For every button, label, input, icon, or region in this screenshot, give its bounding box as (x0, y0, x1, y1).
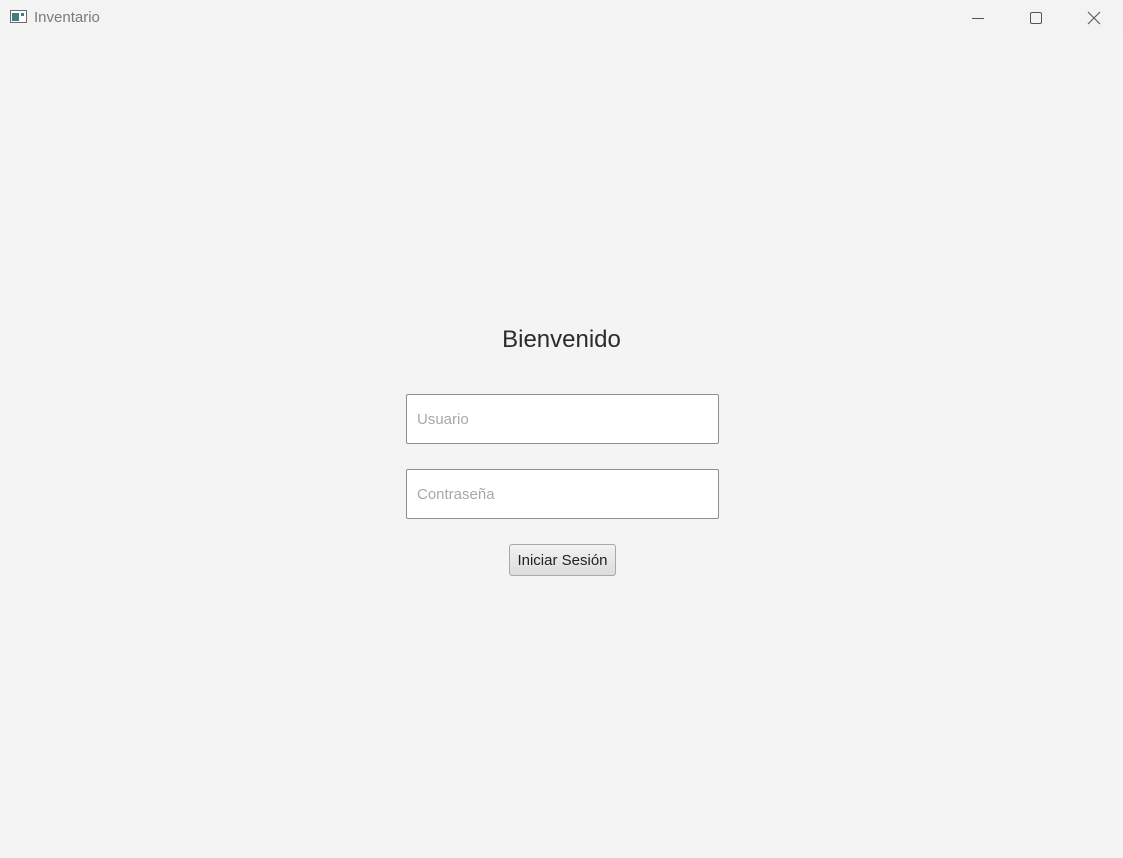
minimize-button[interactable] (949, 0, 1007, 35)
login-button[interactable]: Iniciar Sesión (509, 544, 616, 576)
maximize-icon (1030, 11, 1042, 24)
app-window: Inventario Bienvenido Iniciar Sesión (0, 0, 1123, 858)
app-window-icon (10, 10, 27, 23)
close-icon (1087, 11, 1101, 24)
title-bar[interactable]: Inventario (0, 0, 1123, 35)
close-button[interactable] (1065, 0, 1123, 35)
maximize-button[interactable] (1007, 0, 1065, 35)
username-input[interactable] (406, 394, 719, 444)
login-panel: Bienvenido Iniciar Sesión (0, 35, 1123, 858)
window-title: Inventario (34, 9, 100, 26)
welcome-heading: Bienvenido (502, 326, 621, 353)
minimize-icon (972, 17, 984, 19)
password-input[interactable] (406, 469, 719, 519)
